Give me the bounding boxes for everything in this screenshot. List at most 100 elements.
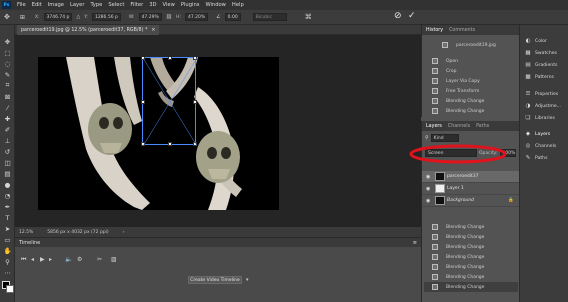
dock-libraries[interactable]: ❏ Libraries [525, 113, 567, 123]
menu-view[interactable]: View [160, 2, 178, 8]
history-item[interactable]: Blending Change [424, 96, 518, 106]
clone-stamp-tool-icon[interactable]: ⊥ [3, 136, 12, 145]
link-icon[interactable]: ⛓ [166, 14, 172, 20]
layer-row[interactable]: ◉ Background 🔒 [422, 195, 520, 207]
status-arrow-icon[interactable]: › [123, 230, 125, 235]
move-tool-icon[interactable]: ✥ [3, 37, 12, 46]
history-item[interactable]: Blending Change [424, 282, 518, 292]
eraser-tool-icon[interactable]: ◫ [3, 158, 12, 167]
history-item[interactable]: Crop [424, 66, 518, 76]
h-field[interactable]: 47.20% [185, 13, 209, 21]
dock-paths[interactable]: ✎ Paths [525, 153, 567, 163]
menu-help[interactable]: Help [229, 2, 247, 8]
type-tool-icon[interactable]: T [3, 213, 12, 222]
angle-field[interactable]: 0.00 [224, 13, 241, 21]
blur-tool-icon[interactable]: ● [3, 180, 12, 189]
quick-select-tool-icon[interactable]: ✎ [3, 70, 12, 79]
dock-swatches[interactable]: ▦ Swatches [525, 48, 567, 58]
menu-3d[interactable]: 3D [146, 2, 159, 8]
interpolation-select[interactable]: Bicubic [252, 13, 287, 21]
y-field[interactable]: 1286.56 p [91, 13, 121, 21]
layer-name[interactable]: Layer 1 [447, 186, 464, 191]
layer-row[interactable]: ◉ Layer 1 [422, 183, 520, 195]
menu-select[interactable]: Select [105, 2, 127, 8]
menu-image[interactable]: Image [45, 2, 67, 8]
eyedropper-tool-icon[interactable]: ⁄ [3, 103, 12, 112]
document-canvas[interactable] [38, 57, 279, 210]
x-field[interactable]: 3746.74 p [43, 13, 73, 21]
history-item[interactable]: Blending Change [424, 106, 518, 116]
visibility-eye-icon[interactable]: ◉ [426, 186, 433, 192]
frame-tool-icon[interactable]: ⊠ [3, 92, 12, 101]
pen-tool-icon[interactable]: ✒ [3, 202, 12, 211]
hand-tool-icon[interactable]: ✋ [3, 246, 12, 255]
menu-edit[interactable]: Edit [29, 2, 45, 8]
visibility-eye-icon[interactable]: ◉ [426, 174, 433, 180]
delta-icon[interactable]: △ [76, 14, 80, 20]
close-tab-icon[interactable]: × [151, 28, 155, 33]
tab-history[interactable]: History [426, 28, 443, 33]
cancel-transform-icon[interactable]: ⊘ [394, 11, 402, 21]
next-frame-icon[interactable]: ▸ [49, 256, 52, 263]
background-color-swatch[interactable] [6, 285, 14, 293]
dock-properties[interactable]: ☰ Properties [525, 89, 567, 99]
history-item[interactable]: Layer Via Copy [424, 76, 518, 86]
dock-gradients[interactable]: ▤ Gradients [525, 60, 567, 70]
lock-icon[interactable]: 🔒 [508, 198, 514, 203]
menu-layer[interactable]: Layer [67, 2, 87, 8]
history-item[interactable]: Free Transform [424, 86, 518, 96]
layer-kind-filter[interactable]: Kind [430, 134, 459, 142]
dock-channels[interactable]: ◎ Channels [525, 141, 567, 151]
history-item[interactable]: Open [424, 56, 518, 66]
dock-color[interactable]: ◐ Color [525, 36, 567, 46]
move-tool-icon[interactable]: ✥ [4, 13, 10, 21]
history-item[interactable]: Blending Change [424, 232, 518, 242]
history-item[interactable]: Blending Change [424, 242, 518, 252]
tab-layers[interactable]: Layers [426, 124, 442, 129]
dock-layers[interactable]: ◈ Layers [525, 129, 567, 139]
history-item[interactable]: Blending Change [424, 252, 518, 262]
dock-adjustments[interactable]: ◑ Adjustme... [525, 101, 567, 111]
transition-icon[interactable]: ▨ [111, 256, 117, 263]
menu-filter[interactable]: Filter [127, 2, 146, 8]
commit-transform-icon[interactable]: ✓ [408, 11, 416, 21]
visibility-eye-icon[interactable]: ◉ [426, 198, 433, 204]
history-snapshot[interactable]: parceroedit19.jpg [424, 40, 518, 50]
reference-point-icon[interactable]: ⊞ [20, 14, 25, 21]
zoom-level[interactable]: 12.5% [19, 230, 33, 235]
history-item[interactable]: Blending Change [424, 222, 518, 232]
crop-tool-icon[interactable]: ⌗ [3, 81, 12, 90]
timeline-dropdown-icon[interactable]: ▾ [246, 277, 249, 283]
gradient-tool-icon[interactable]: ▤ [3, 169, 12, 178]
first-frame-icon[interactable]: ⏮ [21, 256, 26, 264]
dodge-tool-icon[interactable]: ◔ [3, 191, 12, 200]
split-icon[interactable]: ✂ [97, 256, 102, 263]
menu-type[interactable]: Type [87, 2, 105, 8]
menu-window[interactable]: Window [202, 2, 228, 8]
document-tab[interactable]: parceroedit19.jpg @ 12.5% (parceroedit37… [17, 25, 160, 35]
tab-channels[interactable]: Channels [448, 124, 470, 129]
layer-name[interactable]: parceroedit37 [447, 174, 478, 179]
menu-file[interactable]: File [14, 2, 29, 8]
path-select-tool-icon[interactable]: ➤ [3, 224, 12, 233]
menu-plugins[interactable]: Plugins [178, 2, 203, 8]
layer-name[interactable]: Background [447, 198, 474, 203]
history-brush-tool-icon[interactable]: ↺ [3, 147, 12, 156]
marquee-tool-icon[interactable]: ⬚ [3, 48, 12, 57]
w-field[interactable]: 47.29% [138, 13, 162, 21]
tab-paths[interactable]: Paths [476, 124, 489, 129]
brush-tool-icon[interactable]: ✐ [3, 125, 12, 134]
healing-brush-tool-icon[interactable]: ✚ [3, 114, 12, 123]
settings-icon[interactable]: ⚙ [77, 256, 82, 263]
history-item[interactable]: Blending Change [424, 272, 518, 282]
transform-bounding-box[interactable] [141, 57, 197, 146]
shape-tool-icon[interactable]: ▭ [3, 235, 12, 244]
audio-icon[interactable]: 🔈 [65, 256, 72, 263]
tab-comments[interactable]: Comments [449, 28, 475, 33]
dock-patterns[interactable]: ▩ Patterns [525, 72, 567, 82]
play-icon[interactable]: ▶ [40, 256, 45, 263]
layer-row[interactable]: ◉ parceroedit37 [422, 171, 520, 183]
create-video-timeline-button[interactable]: Create Video Timeline [188, 276, 242, 284]
warp-icon[interactable]: ⌘ [305, 13, 312, 21]
lasso-tool-icon[interactable]: ◌ [3, 59, 12, 68]
